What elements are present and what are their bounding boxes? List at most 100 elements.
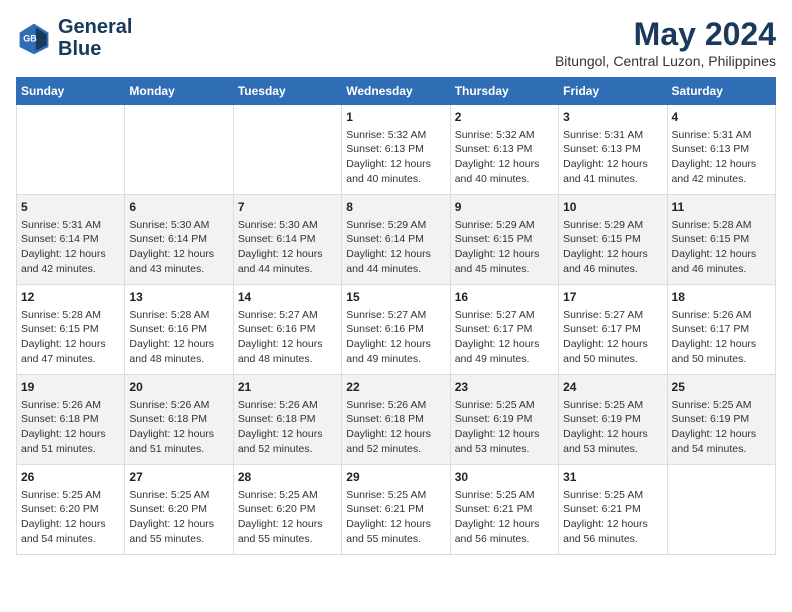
calendar-cell: 18 Sunrise: 5:26 AM Sunset: 6:17 PM Dayli…	[667, 285, 775, 375]
day-number: 28	[238, 469, 337, 486]
calendar-cell: 26 Sunrise: 5:25 AM Sunset: 6:20 PM Dayli…	[17, 465, 125, 555]
day-number: 14	[238, 289, 337, 306]
calendar-cell	[125, 105, 233, 195]
day-number: 8	[346, 199, 445, 216]
header-day-saturday: Saturday	[667, 78, 775, 105]
day-number: 23	[455, 379, 554, 396]
cell-content: Sunrise: 5:29 AM Sunset: 6:15 PM Dayligh…	[563, 218, 662, 277]
cell-content: Sunrise: 5:31 AM Sunset: 6:14 PM Dayligh…	[21, 218, 120, 277]
calendar-cell: 16 Sunrise: 5:27 AM Sunset: 6:17 PM Dayli…	[450, 285, 558, 375]
cell-content: Sunrise: 5:32 AM Sunset: 6:13 PM Dayligh…	[455, 128, 554, 187]
calendar-cell: 13 Sunrise: 5:28 AM Sunset: 6:16 PM Dayli…	[125, 285, 233, 375]
calendar-cell: 8 Sunrise: 5:29 AM Sunset: 6:14 PM Daylig…	[342, 195, 450, 285]
cell-content: Sunrise: 5:26 AM Sunset: 6:18 PM Dayligh…	[129, 398, 228, 457]
calendar-cell: 28 Sunrise: 5:25 AM Sunset: 6:20 PM Dayli…	[233, 465, 341, 555]
calendar-cell: 3 Sunrise: 5:31 AM Sunset: 6:13 PM Daylig…	[559, 105, 667, 195]
cell-content: Sunrise: 5:25 AM Sunset: 6:19 PM Dayligh…	[563, 398, 662, 457]
cell-content: Sunrise: 5:29 AM Sunset: 6:15 PM Dayligh…	[455, 218, 554, 277]
header-day-friday: Friday	[559, 78, 667, 105]
cell-content: Sunrise: 5:26 AM Sunset: 6:17 PM Dayligh…	[672, 308, 771, 367]
calendar-cell: 19Sunrise: 5:26 AM Sunset: 6:18 PM Dayli…	[17, 375, 125, 465]
day-number: 15	[346, 289, 445, 306]
calendar-cell: 15 Sunrise: 5:27 AM Sunset: 6:16 PM Dayli…	[342, 285, 450, 375]
day-number: 6	[129, 199, 228, 216]
calendar-cell: 9 Sunrise: 5:29 AM Sunset: 6:15 PM Daylig…	[450, 195, 558, 285]
calendar-cell: 24 Sunrise: 5:25 AM Sunset: 6:19 PM Dayli…	[559, 375, 667, 465]
day-number: 25	[672, 379, 771, 396]
calendar-cell: 30 Sunrise: 5:25 AM Sunset: 6:21 PM Dayli…	[450, 465, 558, 555]
calendar-header-row: SundayMondayTuesdayWednesdayThursdayFrid…	[17, 78, 776, 105]
calendar-cell: 27 Sunrise: 5:25 AM Sunset: 6:20 PM Dayli…	[125, 465, 233, 555]
day-number: 13	[129, 289, 228, 306]
day-number: 10	[563, 199, 662, 216]
day-number: 17	[563, 289, 662, 306]
cell-content: Sunrise: 5:26 AM Sunset: 6:18 PM Dayligh…	[346, 398, 445, 457]
day-number: 2	[455, 109, 554, 126]
day-number: 3	[563, 109, 662, 126]
day-number: 20	[129, 379, 228, 396]
week-row-5: 26 Sunrise: 5:25 AM Sunset: 6:20 PM Dayli…	[17, 465, 776, 555]
calendar-cell: 10 Sunrise: 5:29 AM Sunset: 6:15 PM Dayli…	[559, 195, 667, 285]
calendar-cell: 23 Sunrise: 5:25 AM Sunset: 6:19 PM Dayli…	[450, 375, 558, 465]
day-number: 26	[21, 469, 120, 486]
header-day-sunday: Sunday	[17, 78, 125, 105]
day-number: 5	[21, 199, 120, 216]
day-number: 29	[346, 469, 445, 486]
header-day-tuesday: Tuesday	[233, 78, 341, 105]
week-row-1: 1 Sunrise: 5:32 AM Sunset: 6:13 PM Daylig…	[17, 105, 776, 195]
logo-line1: General	[58, 16, 132, 38]
cell-content: Sunrise: 5:25 AM Sunset: 6:20 PM Dayligh…	[238, 488, 337, 547]
header-day-monday: Monday	[125, 78, 233, 105]
calendar-cell	[17, 105, 125, 195]
cell-content: Sunrise: 5:29 AM Sunset: 6:14 PM Dayligh…	[346, 218, 445, 277]
week-row-4: 19 Sunrise: 5:26 AM Sunset: 6:18 PM Dayli…	[17, 375, 776, 465]
day-number: 18	[672, 289, 771, 306]
day-number: 31	[563, 469, 662, 486]
cell-content: Sunrise: 5:31 AM Sunset: 6:13 PM Dayligh…	[563, 128, 662, 187]
calendar-cell: 2 Sunrise: 5:32 AM Sunset: 6:13 PM Daylig…	[450, 105, 558, 195]
day-number: 22	[346, 379, 445, 396]
day-number: 4	[672, 109, 771, 126]
day-number: 12	[21, 289, 120, 306]
day-number: 16	[455, 289, 554, 306]
calendar-cell	[667, 465, 775, 555]
title-block: May 2024 Bitungol, Central Luzon, Philip…	[555, 16, 776, 69]
calendar-cell: 4 Sunrise: 5:31 AM Sunset: 6:13 PM Daylig…	[667, 105, 775, 195]
day-number: 30	[455, 469, 554, 486]
cell-content: Sunrise: 5:27 AM Sunset: 6:16 PM Dayligh…	[346, 308, 445, 367]
cell-content: Sunrise: 5:25 AM Sunset: 6:21 PM Dayligh…	[563, 488, 662, 547]
calendar-cell: 11Sunrise: 5:28 AM Sunset: 6:15 PM Dayli…	[667, 195, 775, 285]
cell-content: Sunrise: 5:27 AM Sunset: 6:17 PM Dayligh…	[455, 308, 554, 367]
cell-content: Sunrise: 5:30 AM Sunset: 6:14 PM Dayligh…	[238, 218, 337, 277]
logo: GB General Blue	[16, 16, 132, 60]
cell-content: Sunrise: 5:25 AM Sunset: 6:20 PM Dayligh…	[21, 488, 120, 547]
logo-line2: Blue	[58, 38, 132, 60]
day-number: 7	[238, 199, 337, 216]
calendar-cell: 31 Sunrise: 5:25 AM Sunset: 6:21 PM Dayli…	[559, 465, 667, 555]
cell-content: Sunrise: 5:25 AM Sunset: 6:20 PM Dayligh…	[129, 488, 228, 547]
main-title: May 2024	[555, 16, 776, 53]
calendar-cell: 5 Sunrise: 5:31 AM Sunset: 6:14 PM Daylig…	[17, 195, 125, 285]
day-number: 9	[455, 199, 554, 216]
cell-content: Sunrise: 5:25 AM Sunset: 6:19 PM Dayligh…	[455, 398, 554, 457]
week-row-3: 12Sunrise: 5:28 AM Sunset: 6:15 PM Dayli…	[17, 285, 776, 375]
calendar-table: SundayMondayTuesdayWednesdayThursdayFrid…	[16, 77, 776, 555]
cell-content: Sunrise: 5:32 AM Sunset: 6:13 PM Dayligh…	[346, 128, 445, 187]
cell-content: Sunrise: 5:31 AM Sunset: 6:13 PM Dayligh…	[672, 128, 771, 187]
cell-content: Sunrise: 5:25 AM Sunset: 6:21 PM Dayligh…	[455, 488, 554, 547]
calendar-cell	[233, 105, 341, 195]
logo-text: General Blue	[58, 16, 132, 60]
day-number: 21	[238, 379, 337, 396]
cell-content: Sunrise: 5:30 AM Sunset: 6:14 PM Dayligh…	[129, 218, 228, 277]
day-number: 1	[346, 109, 445, 126]
day-number: 24	[563, 379, 662, 396]
cell-content: Sunrise: 5:28 AM Sunset: 6:15 PM Dayligh…	[672, 218, 771, 277]
header-day-wednesday: Wednesday	[342, 78, 450, 105]
calendar-cell: 7 Sunrise: 5:30 AM Sunset: 6:14 PM Daylig…	[233, 195, 341, 285]
cell-content: Sunrise: 5:28 AM Sunset: 6:16 PM Dayligh…	[129, 308, 228, 367]
day-number: 19	[21, 379, 120, 396]
cell-content: Sunrise: 5:25 AM Sunset: 6:19 PM Dayligh…	[672, 398, 771, 457]
day-number: 27	[129, 469, 228, 486]
cell-content: Sunrise: 5:27 AM Sunset: 6:17 PM Dayligh…	[563, 308, 662, 367]
logo-icon: GB	[16, 20, 52, 56]
